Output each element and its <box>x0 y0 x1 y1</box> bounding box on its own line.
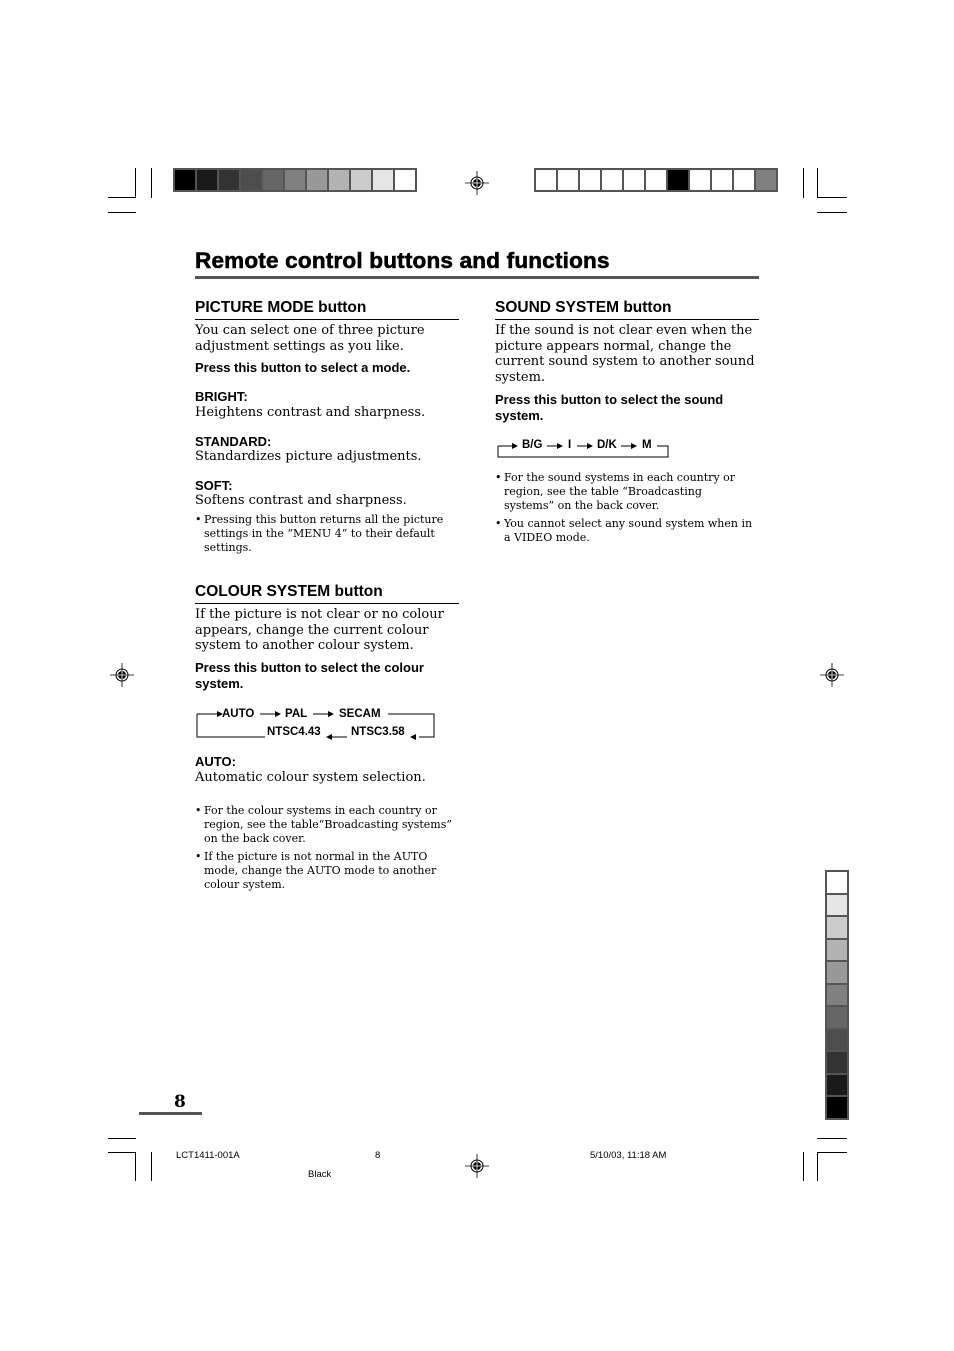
cycle-item-dk: D/K <box>597 439 617 451</box>
color-bar-top-right <box>534 168 778 192</box>
color-swatch <box>827 1074 847 1095</box>
mode-desc-soft: Softens contrast and sharpness. <box>195 493 407 508</box>
color-swatch <box>827 962 847 983</box>
cycle-item-bg: B/G <box>522 439 543 451</box>
color-swatch <box>175 170 195 190</box>
registration-mark-icon <box>465 1154 489 1178</box>
note-item: For the colour systems in each country o… <box>195 804 454 846</box>
color-swatch <box>827 872 847 893</box>
color-swatch <box>307 170 327 190</box>
mode-desc-bright: Heightens contrast and sharpness. <box>195 405 426 420</box>
color-swatch <box>536 170 556 190</box>
cycle-item-pal: PAL <box>285 708 308 720</box>
page-number: 8 <box>174 1092 186 1112</box>
color-swatch <box>668 170 688 190</box>
registration-mark-icon <box>820 663 844 687</box>
color-swatch <box>624 170 644 190</box>
cycle-item-ntsc443: NTSC4.43 <box>267 726 321 738</box>
color-swatch <box>329 170 349 190</box>
section-instruction: Press this button to select the colour s… <box>195 660 424 691</box>
color-swatch <box>263 170 283 190</box>
note-item: If the picture is not normal in the AUTO… <box>195 850 444 892</box>
cycle-item-secam: SECAM <box>339 708 381 720</box>
color-swatch <box>241 170 261 190</box>
section-heading: COLOUR SYSTEM button <box>195 582 459 604</box>
note-item: For the sound systems in each country or… <box>495 471 754 513</box>
color-swatch <box>827 984 847 1005</box>
section-instruction: Press this button to select the sound sy… <box>495 392 724 423</box>
color-swatch <box>827 939 847 960</box>
color-swatch <box>219 170 239 190</box>
color-swatch <box>351 170 371 190</box>
color-swatch <box>395 170 415 190</box>
mode-label-standard: STANDARD: <box>195 434 272 449</box>
section-intro: If the picture is not clear or no colour… <box>195 607 444 653</box>
cycle-item-ntsc358: NTSC3.58 <box>351 726 405 738</box>
color-swatch <box>827 1052 847 1073</box>
grayscale-bar-top-left <box>173 168 417 192</box>
grayscale-bar-side <box>825 870 849 1120</box>
color-swatch <box>690 170 710 190</box>
section-instruction: Press this button to select a mode. <box>195 360 411 375</box>
mode-label-soft: SOFT: <box>195 478 233 493</box>
color-swatch <box>734 170 754 190</box>
color-swatch <box>558 170 578 190</box>
section-heading: SOUND SYSTEM button <box>495 298 759 320</box>
color-swatch <box>197 170 217 190</box>
color-swatch <box>373 170 393 190</box>
registration-mark-icon <box>110 663 134 687</box>
color-swatch <box>827 917 847 938</box>
color-swatch <box>827 1007 847 1028</box>
color-swatch <box>712 170 732 190</box>
section-intro: If the sound is not clear even when the … <box>495 323 755 385</box>
color-swatch <box>646 170 666 190</box>
color-swatch <box>756 170 776 190</box>
color-swatch <box>827 1097 847 1118</box>
mode-desc-auto: Automatic colour system selection. <box>195 770 426 785</box>
title-rule <box>195 276 759 279</box>
note-item: Pressing this button returns all the pic… <box>195 513 454 555</box>
cycle-item-i: I <box>568 439 572 451</box>
cycle-item-auto: AUTO <box>222 708 255 720</box>
cycle-item-m: M <box>642 439 652 451</box>
doc-code: LCT1411-001A <box>176 1150 240 1161</box>
color-swatch <box>827 894 847 915</box>
mode-label-auto: AUTO: <box>195 754 236 769</box>
section-heading: PICTURE MODE button <box>195 298 459 320</box>
page-number-rule <box>139 1112 202 1115</box>
registration-mark-icon <box>465 171 489 195</box>
color-swatch <box>602 170 622 190</box>
print-timestamp: 5/10/03, 11:18 AM <box>590 1150 667 1161</box>
mode-desc-standard: Standardizes picture adjustments. <box>195 449 422 464</box>
color-plate: Black <box>308 1169 332 1180</box>
color-swatch <box>827 1029 847 1050</box>
footer-page: 8 <box>375 1150 381 1161</box>
color-swatch <box>580 170 600 190</box>
page-title: Remote control buttons and functions <box>195 248 610 274</box>
note-item: You cannot select any sound system when … <box>495 517 754 545</box>
mode-label-bright: BRIGHT: <box>195 389 248 404</box>
section-intro: You can select one of three picture adju… <box>195 323 425 354</box>
color-swatch <box>285 170 305 190</box>
